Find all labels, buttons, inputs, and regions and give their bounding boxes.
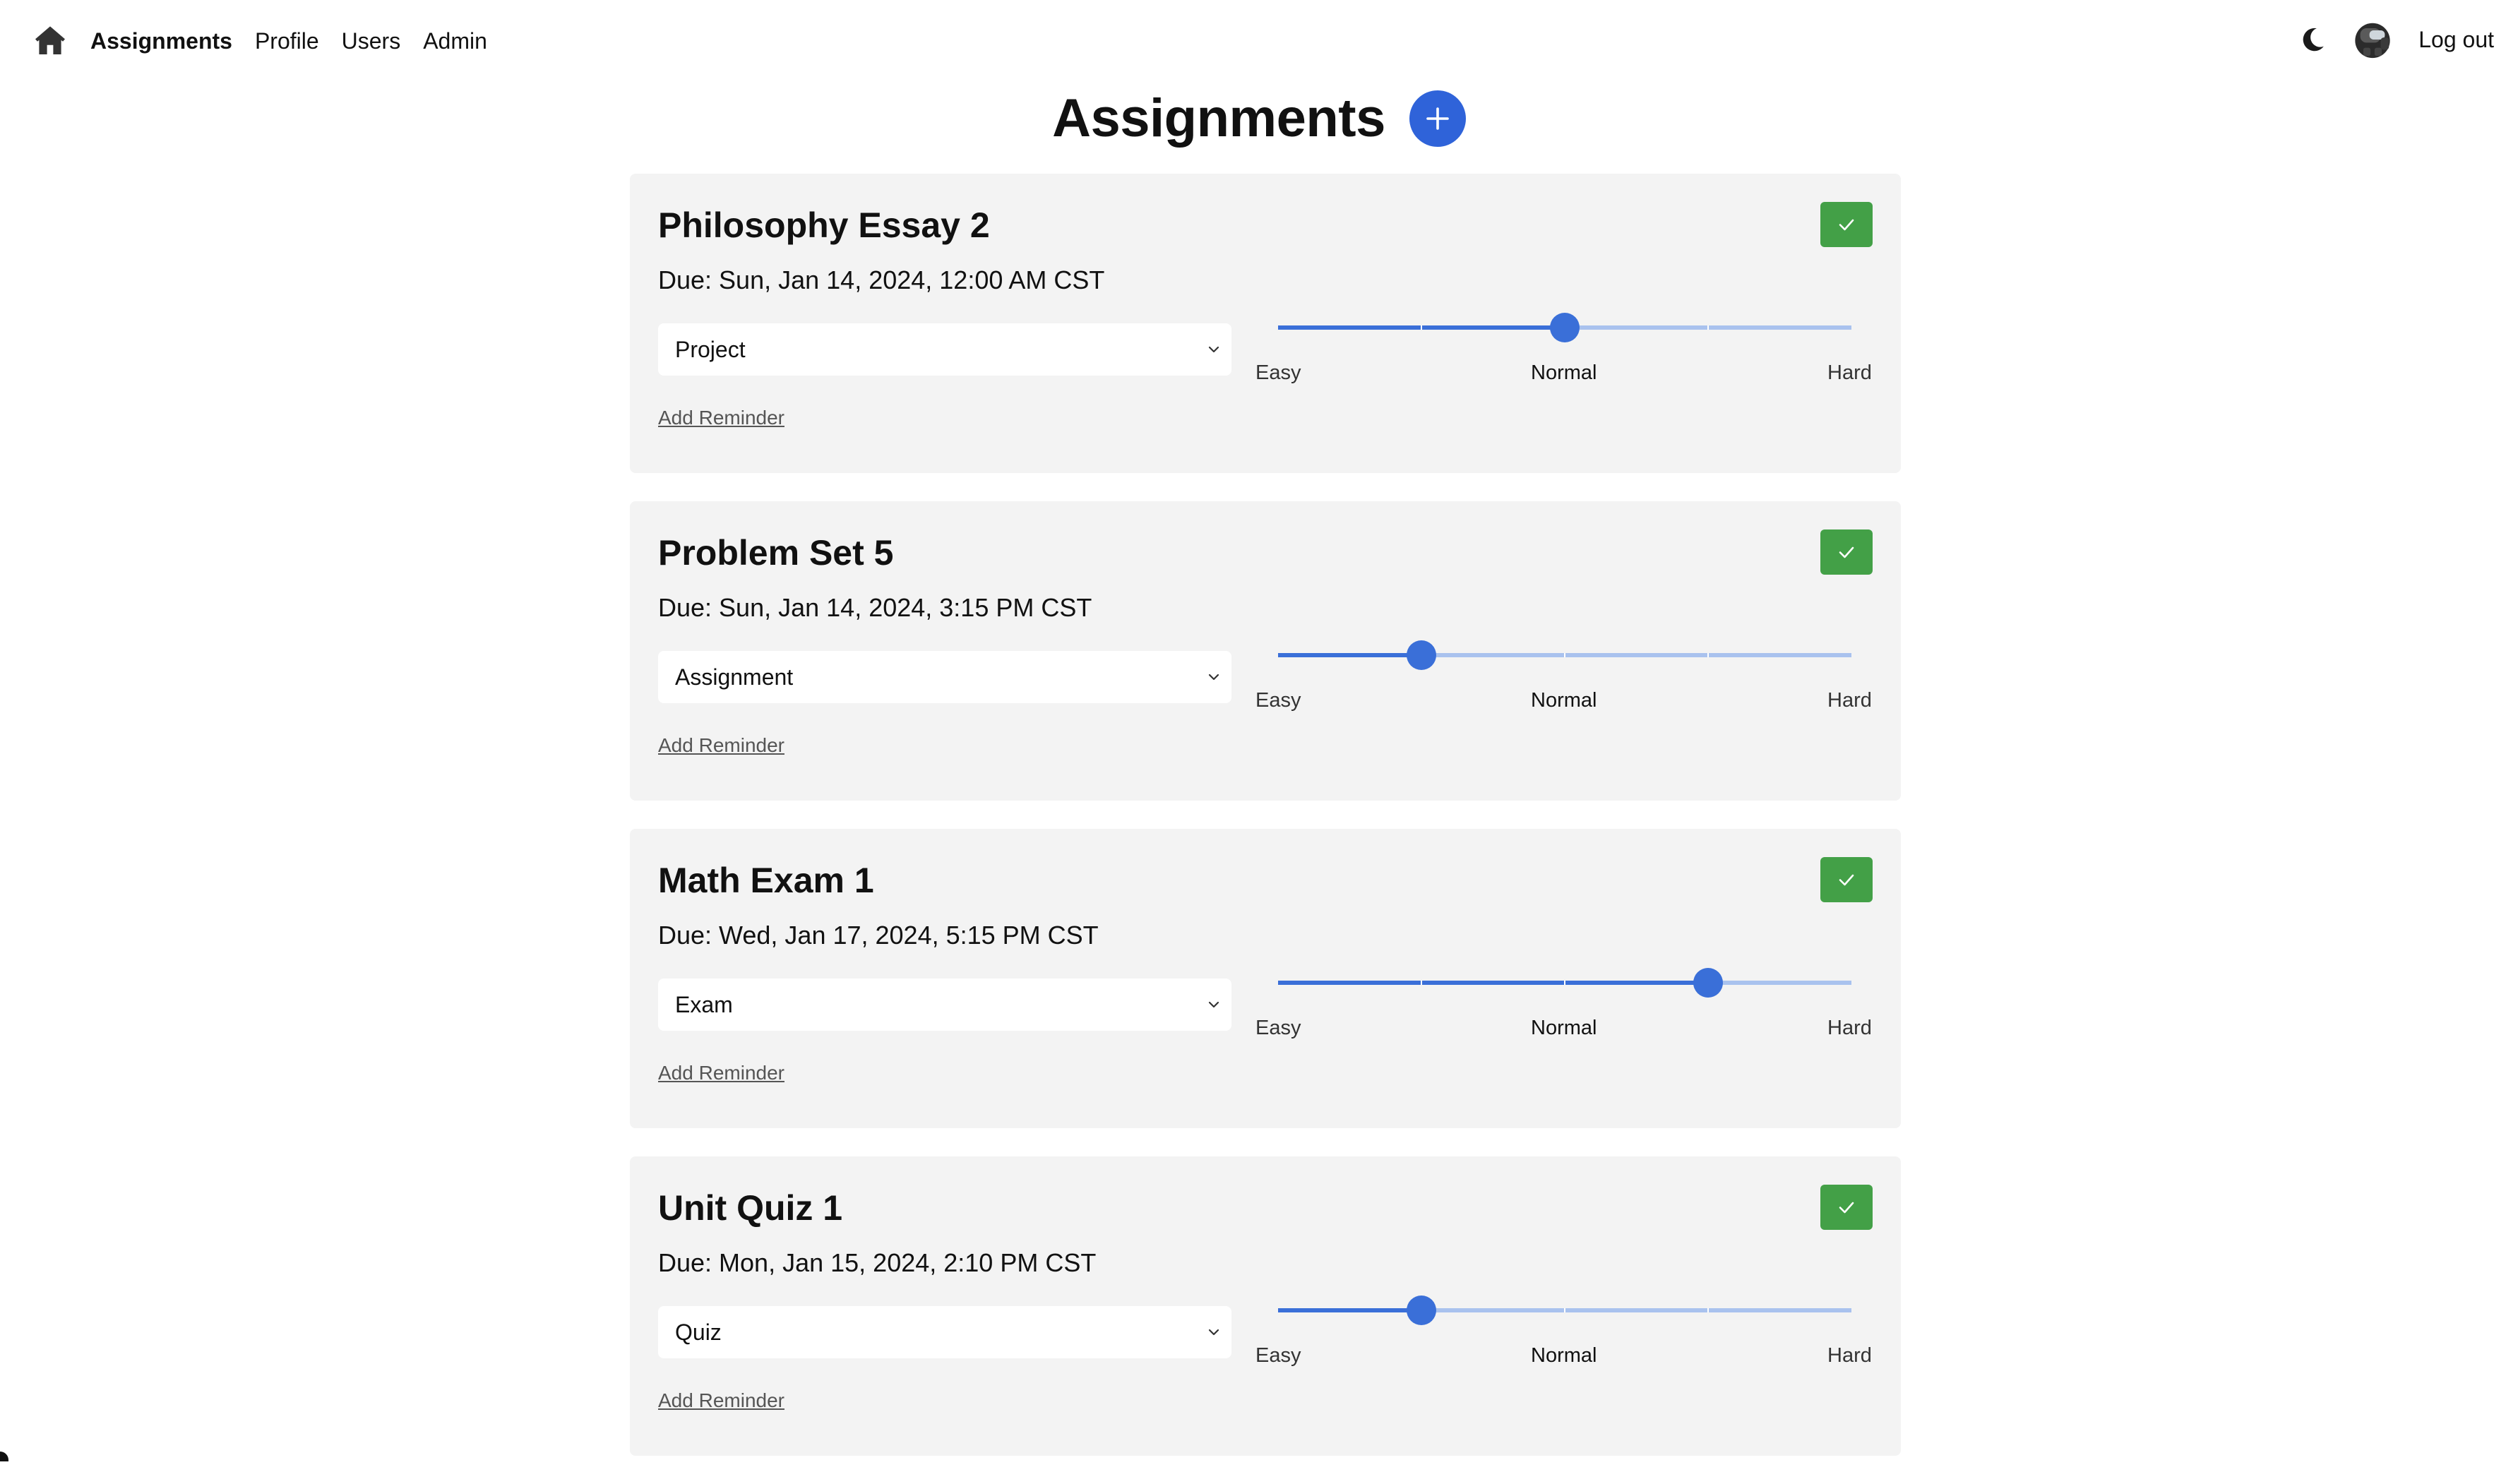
nav-links: Assignments Profile Users Admin [90,27,510,55]
checkmark-icon [1839,219,1854,231]
complete-button[interactable] [1820,202,1873,247]
nav-link-assignments[interactable]: Assignments [90,28,232,54]
difficulty-label-hard: Hard [1827,689,1872,712]
home-icon[interactable] [32,23,68,57]
difficulty-slider[interactable] [1278,960,1851,1005]
type-select-value: Quiz [675,1320,722,1345]
difficulty-label-hard: Hard [1827,1017,1872,1039]
checkmark-icon [1839,1202,1854,1214]
chevron-down-icon [1208,346,1219,353]
difficulty-label-normal: Normal [1531,1344,1597,1367]
type-select-value: Exam [675,992,733,1017]
difficulty-label-normal: Normal [1531,361,1597,384]
type-select-value: Assignment [675,664,794,690]
type-select[interactable]: Assignment [658,651,1231,703]
difficulty-label-easy: Easy [1255,361,1301,384]
nav-link-profile[interactable]: Profile [255,28,319,54]
add-reminder-link[interactable]: Add Reminder [658,1062,784,1084]
difficulty-label-easy: Easy [1255,1017,1301,1039]
due-date: Due: Wed, Jan 17, 2024, 5:15 PM CST [658,921,1099,950]
due-date: Due: Mon, Jan 15, 2024, 2:10 PM CST [658,1248,1097,1277]
assignment-title: Unit Quiz 1 [658,1188,843,1228]
corner-decoration [0,1452,8,1461]
page-title: Assignments [1052,88,1385,148]
type-select-value: Project [675,337,746,362]
complete-button[interactable] [1820,1185,1873,1230]
chevron-down-icon [1208,1001,1219,1008]
avatar[interactable] [2352,19,2393,60]
slider-thumb[interactable] [1407,640,1436,670]
add-reminder-link[interactable]: Add Reminder [658,734,784,757]
difficulty-label-normal: Normal [1531,689,1597,712]
top-nav: Assignments Profile Users Admin Log out [0,0,2518,82]
difficulty-label-hard: Hard [1827,361,1872,384]
difficulty-label-easy: Easy [1255,1344,1301,1367]
assignment-card: Unit Quiz 1 Due: Mon, Jan 15, 2024, 2:10… [630,1156,1901,1456]
complete-button[interactable] [1820,529,1873,575]
difficulty-slider[interactable] [1278,633,1851,678]
difficulty-slider[interactable] [1278,305,1851,350]
assignment-card: Philosophy Essay 2 Due: Sun, Jan 14, 202… [630,174,1901,473]
slider-thumb[interactable] [1407,1295,1436,1325]
slider-thumb[interactable] [1693,968,1723,998]
complete-button[interactable] [1820,857,1873,902]
due-date: Due: Sun, Jan 14, 2024, 12:00 AM CST [658,265,1105,294]
assignment-title: Problem Set 5 [658,533,894,573]
type-select[interactable]: Quiz [658,1306,1231,1358]
assignment-title: Philosophy Essay 2 [658,205,990,245]
assignment-card: Math Exam 1 Due: Wed, Jan 17, 2024, 5:15… [630,829,1901,1128]
moon-icon[interactable] [2298,25,2327,54]
chevron-down-icon [1208,674,1219,681]
nav-link-users[interactable]: Users [342,28,401,54]
page-header: Assignments [0,86,2518,151]
chevron-down-icon [1208,1329,1219,1336]
type-select[interactable]: Project [658,323,1231,376]
add-assignment-button[interactable] [1409,90,1466,147]
difficulty-label-hard: Hard [1827,1344,1872,1367]
add-reminder-link[interactable]: Add Reminder [658,1389,784,1412]
plus-icon [1426,107,1449,130]
assignment-list: Philosophy Essay 2 Due: Sun, Jan 14, 202… [630,174,1901,1484]
due-date: Due: Sun, Jan 14, 2024, 3:15 PM CST [658,593,1092,622]
nav-link-admin[interactable]: Admin [423,28,487,54]
add-reminder-link[interactable]: Add Reminder [658,407,784,429]
checkmark-icon [1839,546,1854,558]
type-select[interactable]: Exam [658,979,1231,1031]
nav-right: Log out [2298,20,2494,59]
assignment-title: Math Exam 1 [658,861,874,900]
logout-link[interactable]: Log out [2418,27,2494,53]
assignment-card: Problem Set 5 Due: Sun, Jan 14, 2024, 3:… [630,501,1901,801]
slider-thumb[interactable] [1550,313,1580,342]
difficulty-label-normal: Normal [1531,1017,1597,1039]
checkmark-icon [1839,874,1854,886]
difficulty-slider[interactable] [1278,1288,1851,1333]
difficulty-label-easy: Easy [1255,689,1301,712]
